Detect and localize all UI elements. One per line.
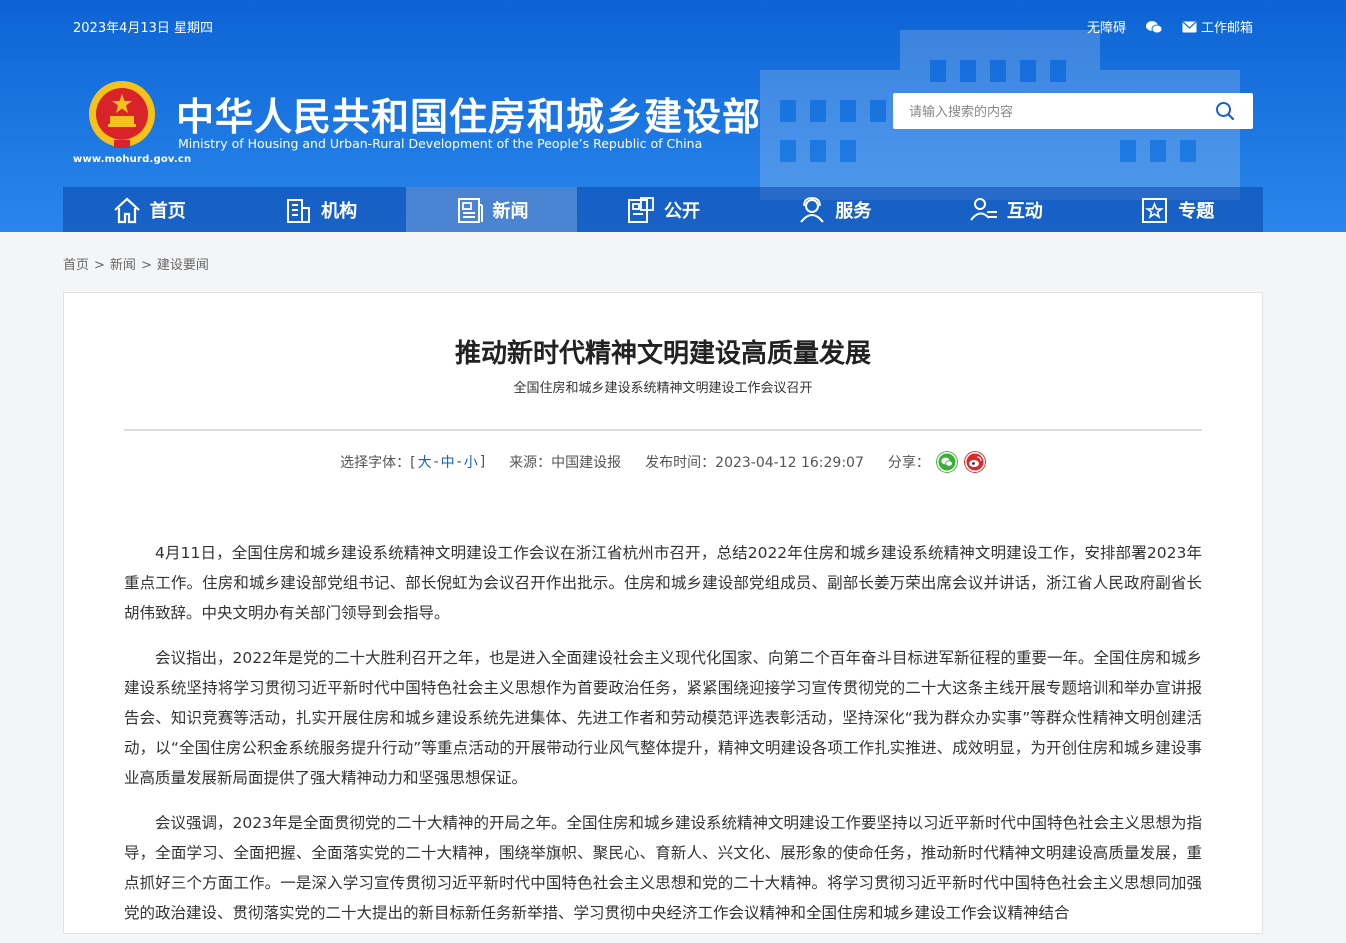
building-icon [287,198,311,223]
work-email-link[interactable]: 工作邮箱 [1182,17,1253,36]
weibo-share-icon[interactable] [963,451,986,473]
font-medium-link[interactable]: 中 [441,452,455,472]
nav-item-disclosure[interactable]: 公开 [577,187,748,232]
article-meta: 选择字体：[ 大-中-小 ] 来源：中国建设报 发布时间：2023-04-12 … [64,451,1262,473]
interaction-icon [970,197,997,221]
publish-time: 发布时间：2023-04-12 16:29:07 [645,455,864,471]
nav-item-organization[interactable]: 机构 [234,187,405,232]
site-title-en: Ministry of Housing and Urban-Rural Deve… [178,136,703,151]
article-source: 来源：中国建设报 [509,455,622,471]
font-small-link[interactable]: 小 [464,452,478,472]
work-email-label: 工作邮箱 [1200,21,1253,36]
font-size-close: ] [479,454,486,470]
accessibility-link[interactable]: 无障碍 [1087,17,1126,36]
site-url: www.mohurd.gov.cn [73,154,192,165]
home-icon [113,197,140,223]
font-large-link[interactable]: 大 [418,452,432,472]
share-group: 分享： [888,451,986,473]
wechat-share-icon[interactable] [935,451,958,473]
nav-item-service[interactable]: 服务 [749,187,920,232]
nav-label: 公开 [663,200,700,222]
nav-item-interaction[interactable]: 互动 [920,187,1091,232]
article-paragraph: 4月11日，全国住房和城乡建设系统精神文明建设工作会议在浙江省杭州市召开，总结2… [124,544,1202,622]
nav-label: 专题 [1178,200,1215,222]
wechat-link[interactable] [1145,20,1162,34]
search-box [893,93,1253,129]
service-icon [800,196,825,223]
nav-label: 机构 [321,200,358,222]
breadcrumb-current[interactable]: 建设要闻 [157,258,209,273]
wechat-icon [1145,20,1162,33]
news-icon [457,197,483,223]
site-title-cn[interactable]: 中华人民共和国住房和城乡建设部 [176,86,761,141]
nav-item-news[interactable]: 新闻 [405,187,578,232]
title-divider [124,429,1202,431]
site-header: 2023年4月13日 星期四 无障碍 工作邮箱 www.mohurd.gov.c… [0,0,1346,232]
share-label: 分享： [887,455,930,471]
national-emblem-logo[interactable] [88,80,156,152]
nav-label: 新闻 [492,200,529,222]
nav-label: 首页 [149,200,186,222]
search-icon[interactable] [1215,101,1235,121]
search-input[interactable] [907,101,1201,123]
breadcrumb: 首页 > 新闻 > 建设要闻 [63,254,209,273]
nav-item-home[interactable]: 首页 [63,187,234,232]
article-body: 4月11日，全国住房和城乡建设系统精神文明建设工作会议在浙江省杭州市召开，总结2… [124,538,1202,943]
main-nav: 首页 机构 新闻 公开 服务 互动 专题 [63,187,1263,232]
nav-item-topic[interactable]: 专题 [1092,187,1263,232]
top-bar: 2023年4月13日 星期四 无障碍 工作邮箱 [73,17,1253,36]
nav-label: 互动 [1006,200,1043,222]
font-size-label: 选择字体：[ [340,455,416,471]
nav-label: 服务 [835,200,872,222]
breadcrumb-separator: > [94,258,105,273]
breadcrumb-home[interactable]: 首页 [63,258,89,273]
font-size-selector: 选择字体：[ 大-中-小 ] [340,452,486,472]
article-card: 推动新时代精神文明建设高质量发展 全国住房和城乡建设系统精神文明建设工作会议召开… [63,292,1263,934]
article-paragraph: 会议指出，2022年是党的二十大胜利召开之年，也是进入全面建设社会主义现代化国家… [124,649,1202,787]
article-title: 推动新时代精神文明建设高质量发展 [454,339,871,369]
top-links: 无障碍 工作邮箱 [1087,17,1253,36]
disclosure-icon [627,196,654,223]
mail-icon [1182,21,1197,32]
article-paragraph: 会议强调，2023年是全面贯彻党的二十大精神的开局之年。全国住房和城乡建设系统精… [124,814,1202,922]
article-subtitle: 全国住房和城乡建设系统精神文明建设工作会议召开 [513,381,813,396]
breadcrumb-news[interactable]: 新闻 [110,258,136,273]
breadcrumb-separator: > [140,258,152,273]
topic-icon [1142,197,1168,223]
current-date: 2023年4月13日 星期四 [73,21,214,36]
